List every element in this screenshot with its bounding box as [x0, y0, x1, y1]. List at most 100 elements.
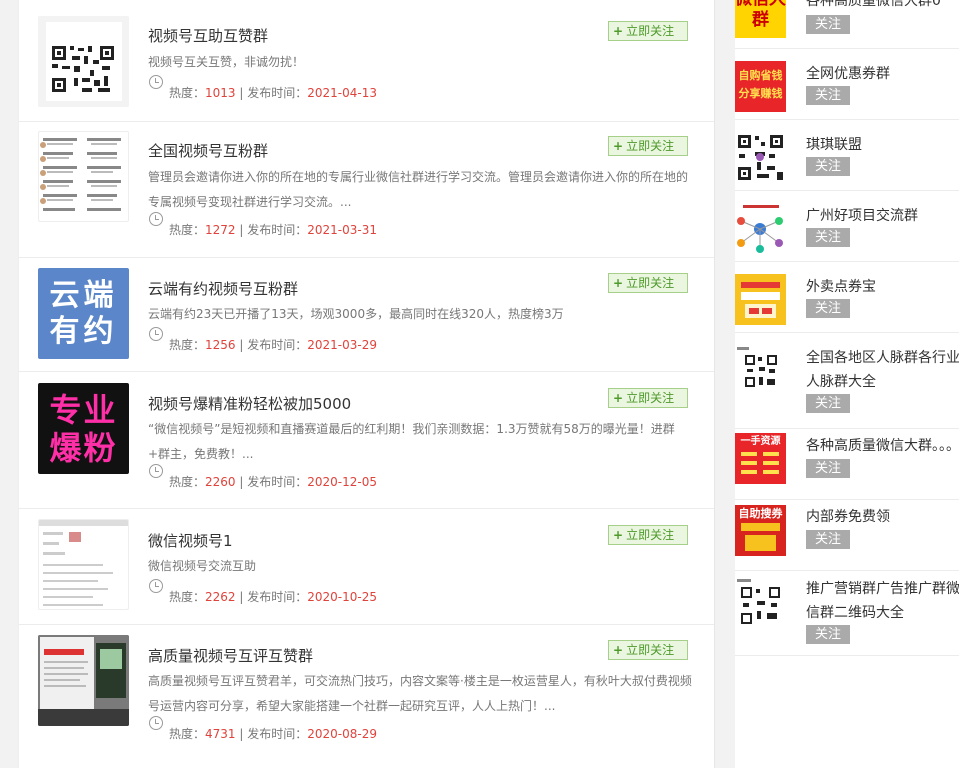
qr-code-icon[interactable] — [735, 345, 786, 396]
sidebar-follow-button[interactable]: 关注 — [806, 157, 850, 176]
item-description: 视频号互关互赞，非诚勿扰！ — [148, 55, 305, 69]
sidebar-item: 一手资源 各种高质量微信大群。。。 关注 — [735, 429, 959, 500]
item-meta: 热度：2260 | 发布时间：2020-12-05 — [169, 475, 377, 489]
item-title[interactable]: 视频号爆精准粉轻松被加5000 — [148, 393, 351, 414]
screenshot-thumbnail[interactable] — [38, 519, 129, 610]
hot-count: 1013 — [205, 86, 236, 100]
hot-count: 1272 — [205, 223, 236, 237]
hot-count: 1256 — [205, 338, 236, 352]
sidebar-item: 推广营销群广告推广群微信群二维码大全 关注 — [735, 571, 959, 656]
follow-button[interactable]: + 立即关注 — [608, 21, 688, 41]
sidebar-follow-button[interactable]: 关注 — [806, 394, 850, 413]
sidebar-item-name[interactable]: 各种高质量微信大群0 — [806, 0, 959, 13]
follow-button[interactable]: + 立即关注 — [608, 640, 688, 660]
phone-photo-thumbnail[interactable] — [38, 635, 129, 726]
item-meta: 热度：1272 | 发布时间：2021-03-31 — [169, 223, 377, 237]
sidebar-recommend-list: 微信大群 各种高质量微信大群0 关注 自购省钱分享赚钱 全网优惠券群 关注 琪琪… — [735, 0, 959, 768]
item-meta: 热度：1256 | 发布时间：2021-03-29 — [169, 338, 377, 352]
sidebar-item: 自助搜券 内部券免费领 关注 — [735, 500, 959, 571]
list-item: 全国视频号互粉群 + 立即关注 管理员会邀请你进入你的所在地的专属行业微信社群进行… — [19, 122, 714, 258]
list-item: 云端有约 云端有约视频号互粉群 + 立即关注 云端有约23天已开播了13天，场观3… — [19, 258, 714, 372]
sidebar-item: 广州好项目交流群 关注 — [735, 191, 959, 262]
item-description: 管理员会邀请你进入你的所在地的专属行业微信社群进行学习交流。管理员会邀请你进入你… — [148, 170, 689, 209]
sidebar-item-name[interactable]: 琪琪联盟 — [806, 133, 959, 157]
publish-date: 2020-08-29 — [307, 727, 377, 741]
list-item: 高质量视频号互评互赞群 + 立即关注 高质量视频号互评互赞君羊，可交流热门技巧，内… — [19, 625, 714, 768]
item-description: 云端有约23天已开播了13天，场观3000多，最高同时在线320人，热度榜3万 — [148, 307, 564, 321]
thumbnail-text: 专业爆粉 — [49, 391, 118, 467]
thumbnail-text: 自购省钱分享赚钱 — [738, 69, 783, 100]
plus-icon: + — [613, 24, 624, 38]
sidebar-item-name[interactable]: 广州好项目交流群 — [806, 204, 959, 228]
brand-thumbnail[interactable]: 云端有约 — [38, 268, 129, 359]
coupon-poster-icon[interactable] — [735, 274, 786, 325]
sidebar-follow-button[interactable]: 关注 — [806, 459, 850, 478]
sidebar-follow-button[interactable]: 关注 — [806, 15, 850, 34]
chat-list-thumbnail[interactable] — [38, 131, 129, 222]
clock-icon — [149, 212, 163, 226]
follow-button[interactable]: + 立即关注 — [608, 136, 688, 156]
sidebar-item-name[interactable]: 各种高质量微信大群。。。 — [806, 434, 959, 458]
thumbnail-text: 云端有约 — [49, 278, 118, 349]
hot-count: 4731 — [205, 727, 236, 741]
qr-code-icon[interactable] — [735, 132, 786, 183]
plus-icon: + — [613, 276, 624, 290]
plus-icon: + — [613, 391, 624, 405]
item-meta: 热度：4731 | 发布时间：2020-08-29 — [169, 727, 377, 741]
follow-button[interactable]: + 立即关注 — [608, 388, 688, 408]
clock-icon — [149, 716, 163, 730]
sidebar-follow-button[interactable]: 关注 — [806, 530, 850, 549]
sidebar-thumbnail[interactable]: 一手资源 — [735, 433, 786, 484]
sidebar-follow-button[interactable]: 关注 — [806, 86, 850, 105]
sidebar-item-name[interactable]: 内部券免费领 — [806, 505, 959, 529]
network-graphic-icon[interactable] — [735, 203, 786, 254]
clock-icon — [149, 464, 163, 478]
sidebar-follow-button[interactable]: 关注 — [806, 228, 850, 247]
item-title[interactable]: 微信视频号1 — [148, 530, 233, 551]
clock-icon — [149, 327, 163, 341]
sidebar-item-name[interactable]: 推广营销群广告推广群微信群二维码大全 — [806, 577, 959, 625]
item-title[interactable]: 云端有约视频号互粉群 — [148, 278, 298, 299]
sidebar-thumbnail[interactable]: 自助搜券 — [735, 505, 786, 556]
sidebar-thumbnail[interactable]: 自购省钱分享赚钱 — [735, 61, 786, 112]
item-meta: 热度：1013 | 发布时间：2021-04-13 — [169, 86, 377, 100]
sidebar-item-name[interactable]: 全国各地区人脉群各行业人脉群大全 — [806, 346, 959, 394]
publish-date: 2021-03-31 — [307, 223, 377, 237]
sidebar-item: 微信大群 各种高质量微信大群0 关注 — [735, 0, 959, 49]
thumbnail-text: 微信大群 — [735, 0, 786, 30]
item-meta: 热度：2262 | 发布时间：2020-10-25 — [169, 590, 377, 604]
hot-count: 2262 — [205, 590, 236, 604]
list-item: 专业爆粉 视频号爆精准粉轻松被加5000 + 立即关注 “微信视频号”是短视频和直… — [19, 372, 714, 509]
publish-date: 2021-03-29 — [307, 338, 377, 352]
sidebar-thumbnail[interactable]: 微信大群 — [735, 0, 786, 38]
sidebar-item: 全国各地区人脉群各行业人脉群大全 关注 — [735, 333, 959, 429]
list-item: 视频号互助互赞群 + 立即关注 视频号互关互赞，非诚勿扰！ 热度：1013 | 发… — [19, 0, 714, 122]
publish-date: 2021-04-13 — [307, 86, 377, 100]
sidebar-item: 外卖点券宝 关注 — [735, 262, 959, 333]
clock-icon — [149, 75, 163, 89]
sidebar-follow-button[interactable]: 关注 — [806, 299, 850, 318]
sidebar-item: 琪琪联盟 关注 — [735, 120, 959, 191]
follow-button[interactable]: + 立即关注 — [608, 273, 688, 293]
plus-icon: + — [613, 643, 624, 657]
item-description: 微信视频号交流互助 — [148, 559, 257, 573]
item-title[interactable]: 全国视频号互粉群 — [148, 140, 268, 161]
publish-date: 2020-10-25 — [307, 590, 377, 604]
sidebar-item-name[interactable]: 外卖点券宝 — [806, 275, 959, 299]
item-title[interactable]: 视频号互助互赞群 — [148, 25, 268, 46]
sidebar-item: 自购省钱分享赚钱 全网优惠券群 关注 — [735, 49, 959, 120]
follow-button[interactable]: + 立即关注 — [608, 525, 688, 545]
hot-count: 2260 — [205, 475, 236, 489]
list-item: 微信视频号1 + 立即关注 微信视频号交流互助 热度：2262 | 发布时间：20… — [19, 509, 714, 625]
item-title[interactable]: 高质量视频号互评互赞群 — [148, 645, 313, 666]
plus-icon: + — [613, 139, 624, 153]
publish-date: 2020-12-05 — [307, 475, 377, 489]
plus-icon: + — [613, 528, 624, 542]
clock-icon — [149, 579, 163, 593]
group-list: 视频号互助互赞群 + 立即关注 视频号互关互赞，非诚勿扰！ 热度：1013 | 发… — [18, 0, 715, 768]
qr-code-thumbnail[interactable] — [38, 16, 129, 107]
brand-thumbnail[interactable]: 专业爆粉 — [38, 383, 129, 474]
qr-code-icon[interactable] — [735, 577, 786, 628]
sidebar-item-name[interactable]: 全网优惠券群 — [806, 62, 959, 86]
sidebar-follow-button[interactable]: 关注 — [806, 625, 850, 644]
